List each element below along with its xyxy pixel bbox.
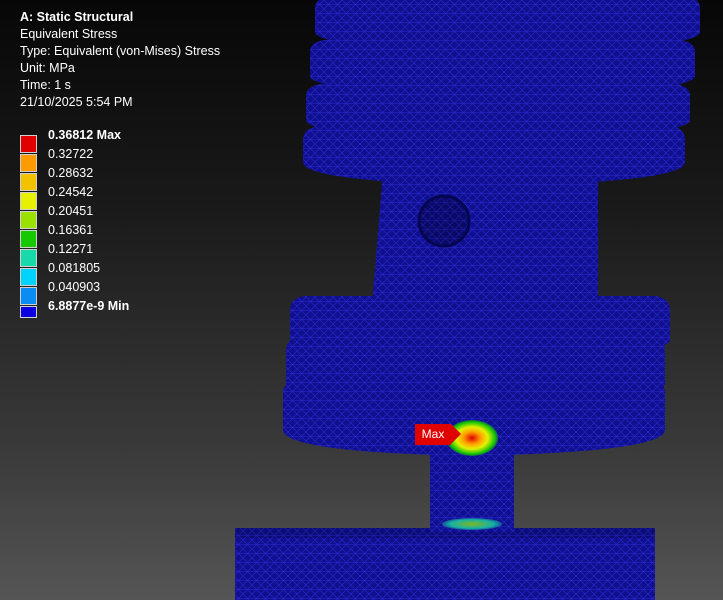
legend-label-5: 0.16361	[48, 223, 94, 237]
legend-swatch-3[interactable]	[20, 192, 37, 210]
legend-swatch-9[interactable]	[20, 306, 37, 318]
body-cylinder	[372, 172, 598, 311]
legend-swatch-5[interactable]	[20, 230, 37, 248]
legend-label-1: 0.32722	[48, 147, 94, 161]
legend-swatch-1[interactable]	[20, 154, 37, 172]
legend-swatch-4[interactable]	[20, 211, 37, 229]
result-type: Type: Equivalent (von-Mises) Stress	[20, 44, 221, 58]
result-name: Equivalent Stress	[20, 27, 118, 41]
legend-label-3: 0.24542	[48, 185, 94, 199]
max-probe-arrow	[451, 424, 461, 444]
base-block	[235, 528, 655, 600]
analysis-title: A: Static Structural	[20, 10, 134, 24]
result-info-panel: A: Static Structural Equivalent Stress T…	[20, 9, 220, 111]
legend-swatch-8[interactable]	[20, 287, 37, 305]
legend-label-0: 0.36812 Max	[48, 128, 121, 142]
upper-fins	[303, 0, 700, 186]
legend-label-2: 0.28632	[48, 166, 94, 180]
legend-label-4: 0.20451	[48, 204, 94, 218]
legend-swatch-6[interactable]	[20, 249, 37, 267]
graphics-viewport[interactable]: A: Static Structural Equivalent Stress T…	[0, 0, 723, 600]
max-probe-text: Max	[415, 424, 451, 445]
result-timestamp: 21/10/2025 5:54 PM	[20, 95, 133, 109]
result-unit: Unit: MPa	[20, 61, 75, 75]
legend-label-7: 0.081805	[48, 261, 101, 275]
legend-swatch-7[interactable]	[20, 268, 37, 286]
legend-swatch-2[interactable]	[20, 173, 37, 191]
legend-label-9: 6.8877e-9 Min	[48, 299, 130, 313]
legend-label-6: 0.12271	[48, 242, 94, 256]
legend-label-8: 0.040903	[48, 280, 101, 294]
legend-swatch-0[interactable]	[20, 135, 37, 153]
result-time: Time: 1 s	[20, 78, 71, 92]
